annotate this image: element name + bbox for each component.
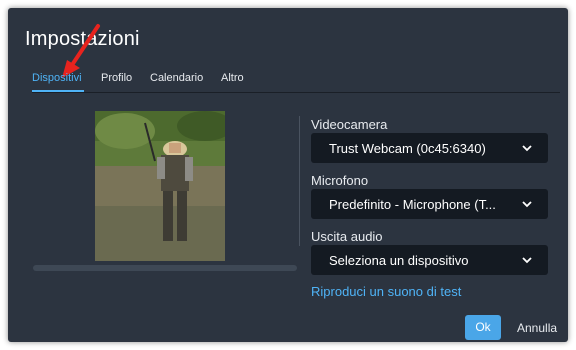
tab-profilo[interactable]: Profilo <box>101 72 132 84</box>
camera-select-value: Trust Webcam (0c45:6340) <box>329 141 486 156</box>
tab-dispositivi[interactable]: Dispositivi <box>32 72 82 84</box>
microphone-select[interactable]: Predefinito - Microphone (T... <box>311 189 548 219</box>
audio-level-bar <box>33 265 297 271</box>
camera-label: Videocamera <box>311 117 388 132</box>
tab-calendario[interactable]: Calendario <box>150 72 203 84</box>
chevron-down-icon <box>522 145 532 152</box>
chevron-down-icon <box>522 257 532 264</box>
vertical-divider <box>299 116 300 246</box>
audio-output-select[interactable]: Seleziona un dispositivo <box>311 245 548 275</box>
camera-preview <box>95 111 225 261</box>
audio-output-label: Uscita audio <box>311 229 383 244</box>
ok-button[interactable]: Ok <box>465 315 501 340</box>
play-test-sound-link[interactable]: Riproduci un suono di test <box>311 284 461 299</box>
tab-altro[interactable]: Altro <box>221 72 244 84</box>
camera-preview-image <box>95 111 225 261</box>
cancel-button[interactable]: Annulla <box>517 321 557 335</box>
settings-tabs: Dispositivi Profilo Calendario Altro <box>32 72 560 94</box>
audio-output-select-value: Seleziona un dispositivo <box>329 253 469 268</box>
microphone-select-value: Predefinito - Microphone (T... <box>329 197 496 212</box>
camera-select[interactable]: Trust Webcam (0c45:6340) <box>311 133 548 163</box>
tabs-divider <box>32 92 560 93</box>
chevron-down-icon <box>522 201 532 208</box>
microphone-label: Microfono <box>311 173 369 188</box>
settings-dialog: Impostazioni Dispositivi Profilo Calenda… <box>8 8 568 342</box>
